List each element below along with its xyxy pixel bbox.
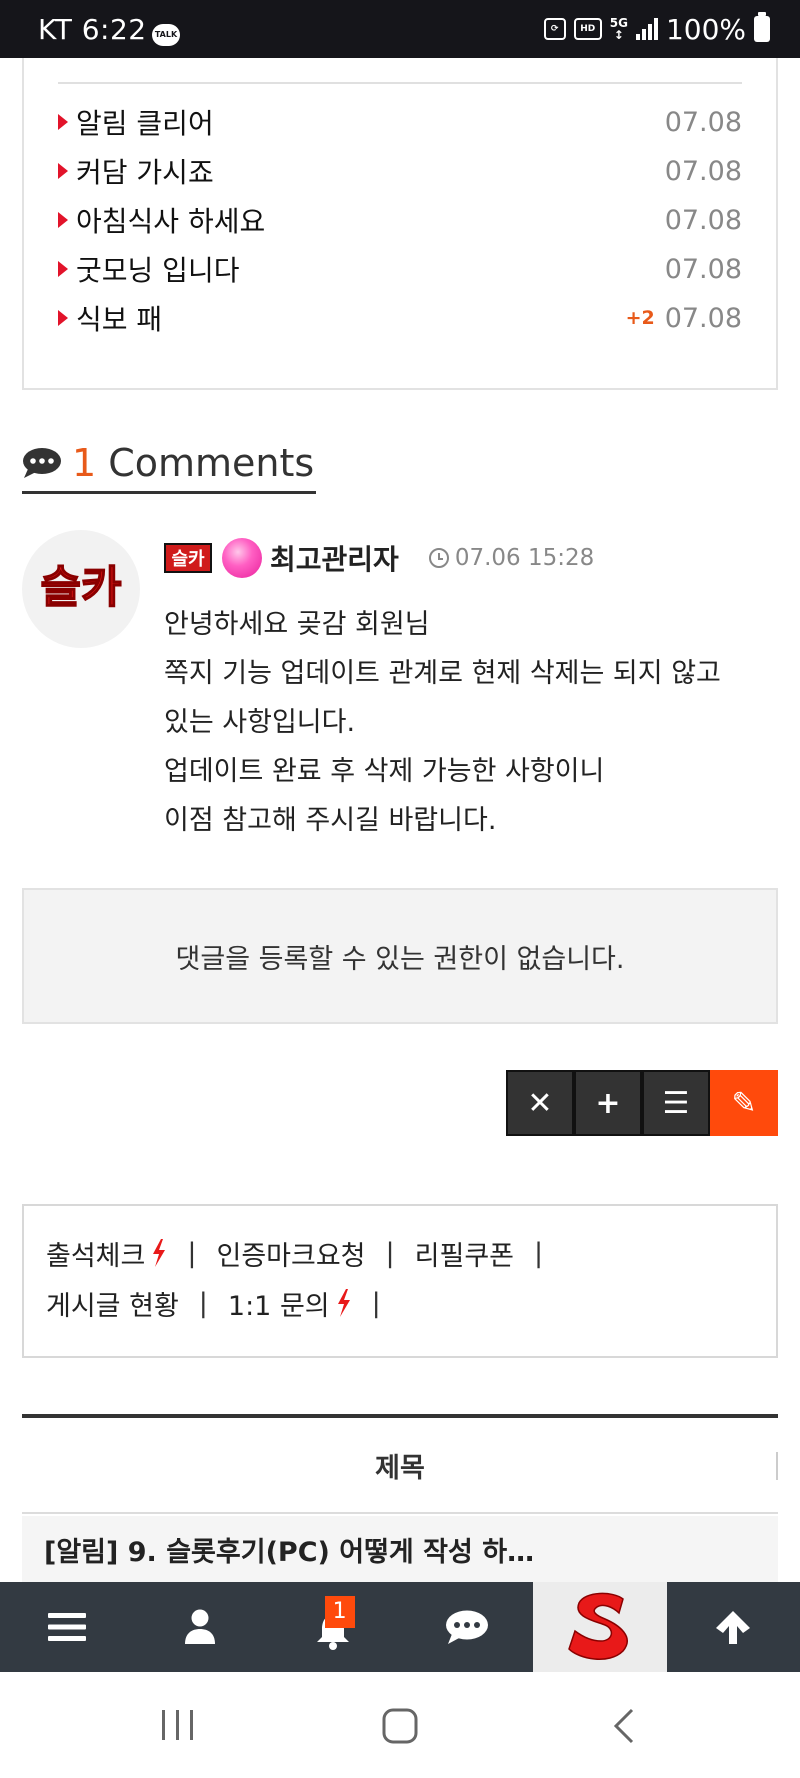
battery-icon (754, 12, 770, 42)
user-button[interactable] (133, 1582, 266, 1672)
comment-line: 쪽지 기능 업데이트 관계로 현제 삭제는 되지 않고 (164, 658, 721, 689)
link-separator: | (198, 1287, 208, 1319)
write-button[interactable]: ✎ (710, 1070, 778, 1136)
list-item[interactable]: 식보 패 +2 07.08 (58, 298, 742, 338)
quick-links: 출석체크 | 인증마크요청 | 리필쿠폰 | 게시글 현황 | 1:1 문의 | (22, 1204, 778, 1358)
quick-links-row: 게시글 현황 | 1:1 문의 | (46, 1278, 754, 1328)
level-badge: 슬카 (164, 543, 212, 573)
list-button[interactable]: ☰ (642, 1070, 710, 1136)
comment-author[interactable]: 최고관리자 (270, 538, 399, 578)
back-icon[interactable] (612, 1708, 636, 1744)
bullet-triangle-icon (58, 212, 68, 228)
comments-header: 1 Comments (22, 434, 317, 494)
recent-apps-icon[interactable] (160, 1708, 196, 1742)
quick-links-row: 출석체크 | 인증마크요청 | 리필쿠폰 | (46, 1228, 754, 1278)
bullet-triangle-icon (58, 163, 68, 179)
table-header-divider (776, 1452, 778, 1480)
link-separator: | (371, 1287, 381, 1319)
list-item[interactable]: 굿모닝 입니다 07.08 (58, 249, 742, 289)
comment-time: 07.06 15:28 (454, 545, 595, 571)
link-refill-coupon[interactable]: 리필쿠폰 (415, 1234, 514, 1273)
table-header-title: 제목 (375, 1452, 425, 1484)
list-item-title[interactable]: 알림 클리어 (76, 102, 665, 142)
home-icon[interactable] (382, 1708, 418, 1744)
site-logo-icon (568, 1592, 628, 1660)
status-bar: KT 6:22 TALK ⟳ HD 5G ↕ 100% (0, 0, 800, 58)
site-logo-button[interactable] (533, 1582, 667, 1672)
list-item-date: 07.08 (664, 106, 742, 138)
sync-icon: ⟳ (543, 18, 566, 40)
list-item[interactable]: 아침식사 하세요 07.08 (58, 200, 742, 240)
bullet-triangle-icon (58, 310, 68, 326)
android-nav-bar (0, 1672, 800, 1778)
comment-line: 있는 사항입니다. (164, 707, 356, 738)
link-post-status[interactable]: 게시글 현황 (46, 1284, 179, 1323)
chat-bubble-icon (22, 447, 62, 479)
menu-button[interactable] (0, 1582, 133, 1672)
list-item-date: 07.08 (664, 204, 742, 236)
avatar-logo-text: 슬카 (41, 562, 122, 613)
comment-body: 안녕하세요 곶감 회원님 쪽지 기능 업데이트 관계로 현제 삭제는 되지 않고… (164, 600, 764, 845)
list-item-date: 07.08 (664, 302, 742, 334)
comment-line: 안녕하세요 곶감 회원님 (164, 609, 430, 640)
no-permission-notice: 댓글을 등록할 수 있는 권한이 없습니다. (22, 888, 778, 1024)
table-row[interactable]: [알림] 9. 슬롯후기(PC) 어떻게 작성 하… (22, 1516, 778, 1582)
list-divider (58, 82, 742, 84)
network-5g-icon: 5G ↕ (609, 16, 628, 42)
arrow-up-icon (716, 1611, 751, 1644)
table-header: 제목 (22, 1418, 778, 1514)
comment-line: 업데이트 완료 후 삭제 가능한 사항이니 (164, 756, 605, 787)
member-level-icon (222, 538, 262, 578)
comments-label: Comments (108, 440, 315, 485)
kakao-talk-icon: TALK (152, 24, 180, 46)
close-button[interactable]: ✕ (506, 1070, 574, 1136)
hd-voice-icon: HD (573, 18, 602, 40)
list-item-title[interactable]: 식보 패 (76, 298, 626, 338)
recent-posts-box: 알림 클리어 07.08 커담 가시죠 07.08 아침식사 하세요 07.08… (22, 58, 778, 390)
hamburger-icon (47, 1613, 86, 1641)
link-cert-request[interactable]: 인증마크요청 (216, 1234, 365, 1273)
list-item-date: 07.08 (664, 253, 742, 285)
table-row-title[interactable]: [알림] 9. 슬롯후기(PC) 어떻게 작성 하… (44, 1530, 534, 1569)
add-button[interactable]: + (574, 1070, 642, 1136)
link-separator: | (187, 1237, 197, 1269)
comment-count-badge: +2 (625, 307, 655, 329)
notification-count-badge: 1 (324, 1596, 355, 1628)
status-icons: ⟳ HD 5G ↕ 100% (543, 12, 770, 46)
notifications-button[interactable]: 1 (267, 1582, 400, 1672)
link-separator: | (534, 1237, 544, 1269)
lightning-icon (337, 1289, 350, 1317)
post-actions: ✕ + ☰ ✎ (506, 1070, 778, 1136)
lightning-icon (153, 1239, 166, 1267)
user-icon (184, 1609, 215, 1644)
battery-percent: 100% (665, 12, 746, 46)
chat-icon (445, 1610, 488, 1644)
comment-meta: 슬카 최고관리자 07.06 15:28 (164, 538, 594, 578)
comments-count: 1 (72, 440, 97, 485)
avatar[interactable]: 슬카 (22, 530, 140, 648)
list-item-title[interactable]: 굿모닝 입니다 (76, 249, 665, 289)
signal-icon (635, 18, 658, 40)
bottom-nav: 1 (0, 1582, 800, 1672)
list-item-date: 07.08 (664, 155, 742, 187)
status-carrier-time: KT 6:22 (38, 13, 147, 46)
list-item[interactable]: 커담 가시죠 07.08 (58, 151, 742, 191)
list-item-title[interactable]: 아침식사 하세요 (76, 200, 665, 240)
scroll-top-button[interactable] (667, 1582, 800, 1672)
bullet-triangle-icon (58, 261, 68, 277)
comment-line: 이점 참고해 주시길 바랍니다. (164, 805, 497, 836)
bullet-triangle-icon (58, 114, 68, 130)
chat-button[interactable] (400, 1582, 533, 1672)
list-item-title[interactable]: 커담 가시죠 (76, 151, 665, 191)
link-separator: | (385, 1237, 395, 1269)
link-attendance[interactable]: 출석체크 (46, 1234, 145, 1273)
list-item[interactable]: 알림 클리어 07.08 (58, 102, 742, 142)
link-inquiry[interactable]: 1:1 문의 (228, 1284, 330, 1323)
clock-icon (428, 548, 449, 568)
